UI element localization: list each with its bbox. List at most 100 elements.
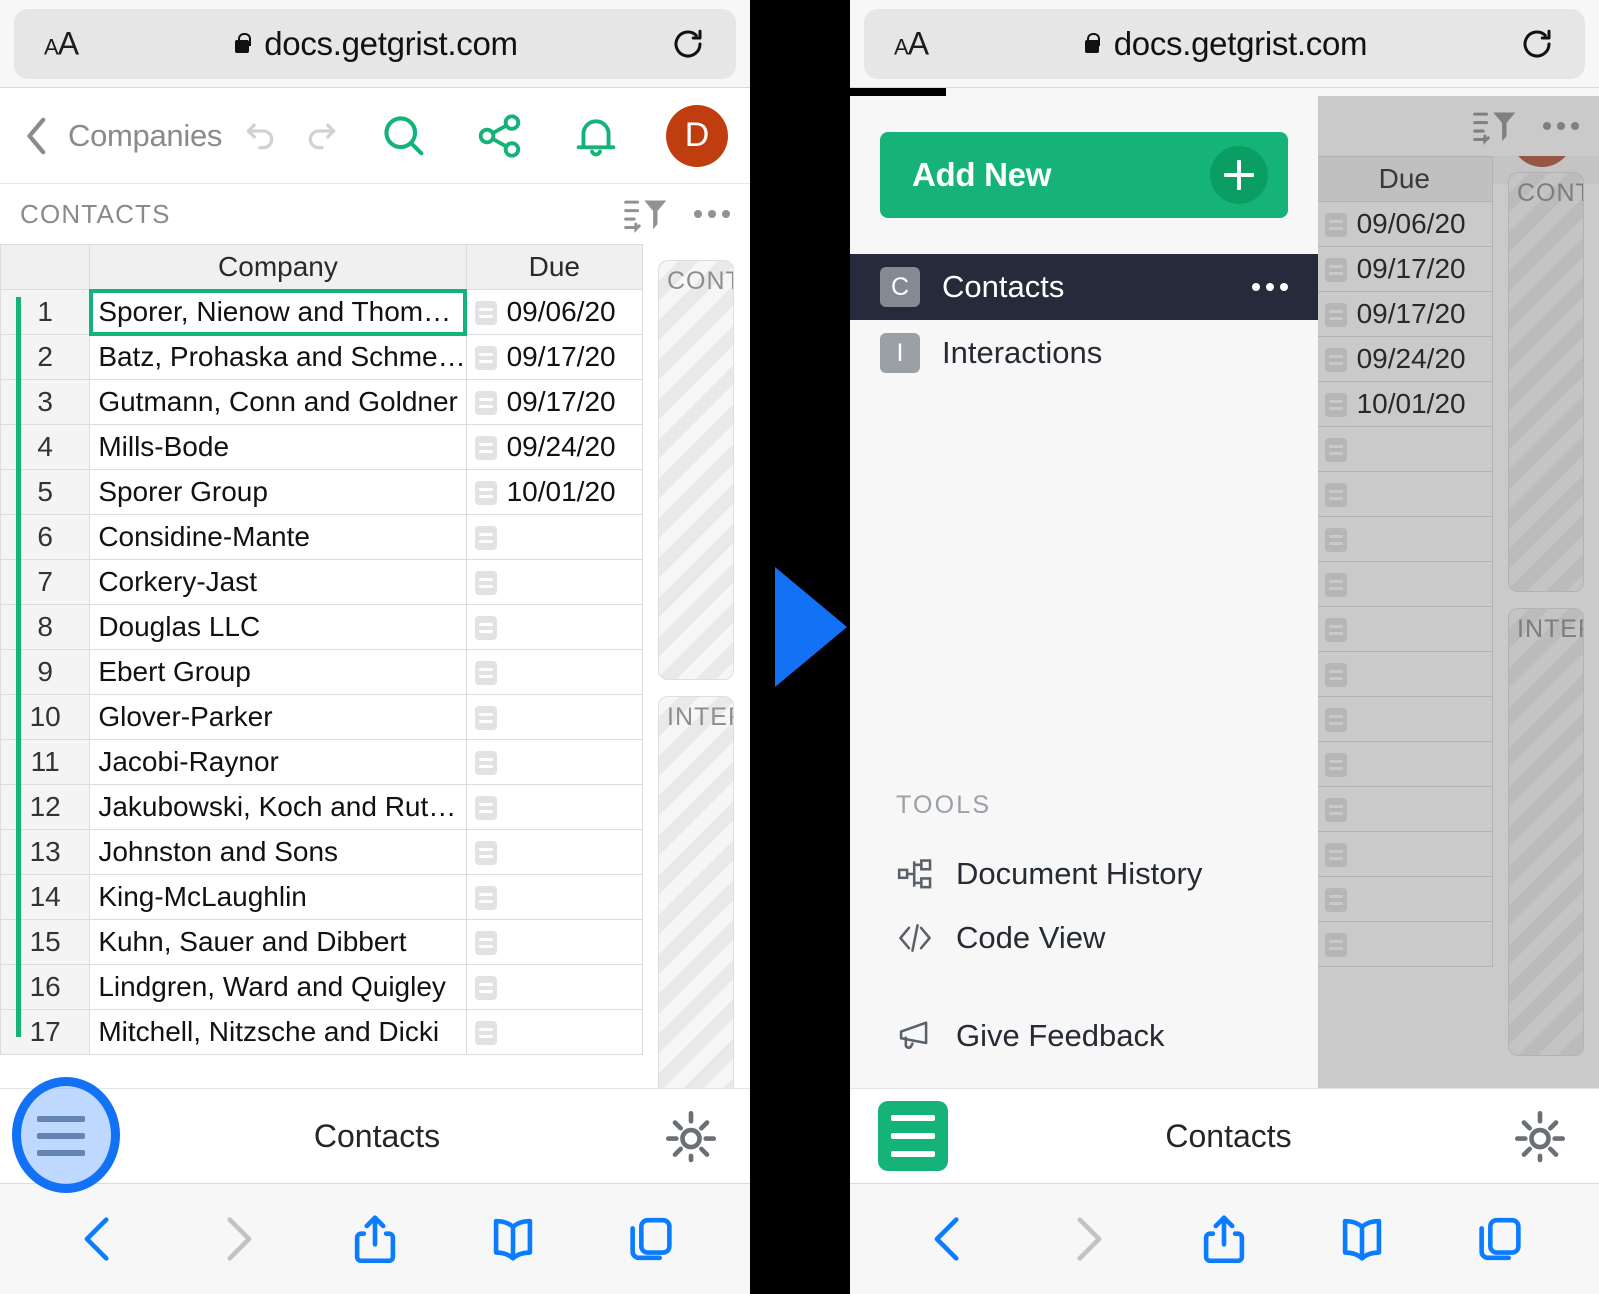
share-icon[interactable] [474, 110, 526, 162]
table-row: 16Lindgren, Ward and Quigley [0, 964, 644, 1010]
sidebar-item-interactions[interactable]: I Interactions [850, 320, 1318, 386]
add-new-button[interactable]: Add New [880, 132, 1288, 218]
grid-cell-company[interactable]: Douglas LLC [89, 604, 467, 650]
reload-icon[interactable] [670, 26, 706, 62]
collapsed-section-interactions[interactable]: INTER [658, 696, 734, 1144]
grid-cell-company[interactable]: Corkery-Jast [89, 559, 467, 605]
browser-toolbar [0, 1184, 750, 1294]
undo-redo-group [240, 116, 342, 156]
book-icon[interactable] [1333, 1210, 1391, 1268]
bell-icon[interactable] [570, 110, 622, 162]
url-pill[interactable]: AA docs.getgrist.com [864, 9, 1585, 79]
grid-cell-due[interactable]: 09/17/20 [465, 334, 644, 380]
ref-chip-icon [474, 346, 497, 370]
table-row: 1Sporer, Nienow and Thom…09/06/20 [0, 288, 644, 336]
column-header-due[interactable]: Due [465, 244, 644, 290]
chevron-left-icon[interactable] [22, 116, 52, 156]
browser-toolbar [850, 1184, 1599, 1294]
grid-cell-company[interactable]: Jacobi-Raynor [89, 739, 467, 785]
grid-cell-company[interactable]: Glover-Parker [89, 694, 467, 740]
book-icon[interactable] [484, 1210, 542, 1268]
grid-cell-due[interactable] [465, 784, 644, 830]
grid-cell-company[interactable]: Mitchell, Nitzsche and Dicki [89, 1009, 467, 1055]
grid-cell-company[interactable]: Kuhn, Sauer and Dibbert [89, 919, 467, 965]
grid-cell-company[interactable]: Ebert Group [89, 649, 467, 695]
table-row: 2Batz, Prohaska and Schme…09/17/20 [0, 334, 644, 380]
grid-cell-due[interactable]: 09/06/20 [465, 289, 644, 335]
grid-cell-due[interactable] [465, 964, 644, 1010]
grid-cell-company[interactable]: Johnston and Sons [89, 829, 467, 875]
add-new-label: Add New [912, 156, 1052, 193]
contacts-grid[interactable]: Company Due 1 Sporer, Nienow and Thom… 09/… [0, 244, 644, 1055]
chevron-left-icon[interactable] [920, 1210, 978, 1268]
grid-cell-company[interactable]: Lindgren, Ward and Quigley [89, 964, 467, 1010]
table-row: 5Sporer Group10/01/20 [0, 469, 644, 515]
page-badge: I [880, 333, 920, 373]
ellipsis-icon[interactable] [1252, 283, 1288, 291]
grid-cell-due[interactable] [465, 919, 644, 965]
grid-cell-company[interactable]: King-McLaughlin [89, 874, 467, 920]
grid-cell-company[interactable]: Mills-Bode [89, 424, 467, 470]
avatar-initial: D [684, 116, 710, 154]
table-row: 15Kuhn, Sauer and Dibbert [0, 919, 644, 965]
sidebar-item-contacts[interactable]: C Contacts [850, 254, 1318, 320]
grid-cell-company[interactable]: Sporer Group [89, 469, 467, 515]
grid-cell-due[interactable] [465, 829, 644, 875]
grid-cell-due[interactable]: 09/17/20 [465, 379, 644, 425]
grid-cell-company[interactable]: Gutmann, Conn and Goldner [89, 379, 467, 425]
grid-cell-due[interactable] [465, 1009, 644, 1055]
collapsed-section-contacts[interactable]: CONT [658, 260, 734, 680]
grid-cell-due[interactable] [465, 694, 644, 740]
url-text-group: docs.getgrist.com [1082, 25, 1368, 63]
reload-icon[interactable] [1519, 26, 1555, 62]
grid-cell-company[interactable]: Sporer, Nienow and Thom… [88, 288, 468, 336]
ref-chip-icon [474, 931, 497, 955]
drawer-dim-overlay[interactable] [1318, 96, 1599, 1088]
grid-cell-due[interactable] [465, 874, 644, 920]
tabs-icon[interactable] [622, 1210, 680, 1268]
grid-cell-due[interactable] [465, 514, 644, 560]
share-up-icon[interactable] [1195, 1210, 1253, 1268]
collapsed-section-label: INTER [667, 703, 733, 731]
gear-icon[interactable] [1509, 1105, 1571, 1167]
tool-code-view[interactable]: Code View [850, 906, 1318, 970]
plus-icon [1210, 146, 1268, 204]
grid-cell-due[interactable]: 09/24/20 [465, 424, 644, 470]
grid-cell-due[interactable]: 10/01/20 [465, 469, 644, 515]
page-list: C Contacts I Interactions [850, 254, 1318, 386]
left-screenshot-panel: AA docs.getgrist.com Companies D CONTACT… [0, 0, 750, 1294]
megaphone-icon [899, 1021, 928, 1049]
grid-cell-due[interactable] [465, 559, 644, 605]
grid-cell-company[interactable]: Considine-Mante [89, 514, 467, 560]
grid-cell-due[interactable] [465, 739, 644, 785]
grist-app-bar: Companies D [0, 88, 750, 184]
redo-icon[interactable] [302, 116, 342, 156]
search-icon[interactable] [378, 110, 430, 162]
breadcrumb[interactable]: Companies [68, 118, 222, 154]
text-size-button[interactable]: AA [894, 25, 929, 63]
ref-chip-icon [474, 571, 497, 595]
tool-give-feedback[interactable]: Give Feedback [850, 1004, 1318, 1068]
undo-icon[interactable] [240, 116, 280, 156]
sort-filter-icon[interactable] [624, 195, 668, 233]
sidebar-item-label: Contacts [942, 269, 1065, 304]
avatar[interactable]: D [666, 104, 728, 167]
url-pill[interactable]: AA docs.getgrist.com [14, 9, 736, 79]
tool-document-history[interactable]: Document History [850, 842, 1318, 906]
grid-cell-company[interactable]: Batz, Prohaska and Schme… [89, 334, 467, 380]
tabs-icon[interactable] [1471, 1210, 1529, 1268]
chevron-left-icon[interactable] [70, 1210, 128, 1268]
text-size-large-a: A [907, 25, 929, 62]
share-up-icon[interactable] [346, 1210, 404, 1268]
ref-chip-icon [474, 436, 497, 460]
column-header-company[interactable]: Company [89, 244, 467, 290]
hamburger-menu-icon[interactable] [878, 1101, 948, 1171]
text-size-button[interactable]: AA [44, 25, 79, 63]
grid-cell-due[interactable] [465, 604, 644, 650]
tool-label: Code View [956, 920, 1106, 955]
gear-icon[interactable] [660, 1105, 722, 1167]
text-size-large-a: A [57, 25, 79, 62]
grid-cell-company[interactable]: Jakubowski, Koch and Rut… [89, 784, 467, 830]
ellipsis-icon[interactable] [694, 210, 730, 218]
grid-cell-due[interactable] [465, 649, 644, 695]
